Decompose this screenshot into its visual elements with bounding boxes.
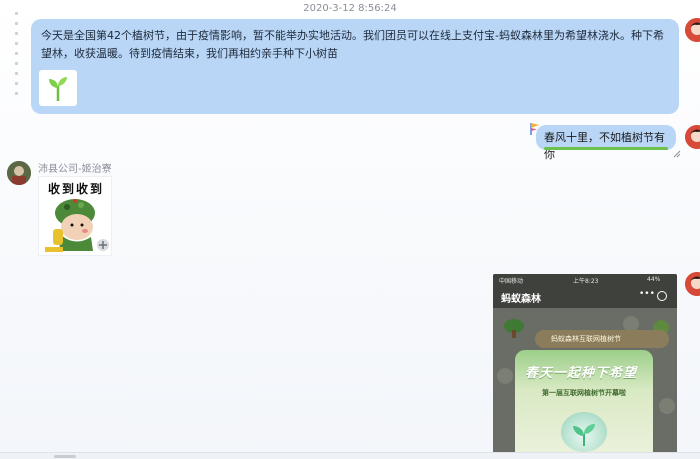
message-bubble-self[interactable]: 今天是全国第42个植树节，由于疫情影响，暂不能举办实地活动。我们团员可以在线上支… bbox=[31, 19, 679, 114]
message-bubble-self[interactable]: 春风十里，不如植树节有你 bbox=[536, 125, 676, 161]
shared-screenshot-image[interactable]: 中国移动 上午8:23 44% 蚂蚁森林 ••• 蚂蚁森林互联网植树节 春天一起… bbox=[493, 274, 677, 459]
message-text: 春风十里，不如植树节有你 bbox=[544, 131, 665, 161]
seedling-icon bbox=[561, 412, 607, 452]
peer-avatar[interactable] bbox=[7, 161, 31, 185]
user-avatar[interactable] bbox=[685, 125, 700, 149]
phone-content: 蚂蚁森林互联网植树节 春天一起种下希望 第一届互联网植树节开幕啦 bbox=[493, 308, 677, 459]
horizontal-scrollbar[interactable] bbox=[0, 452, 700, 459]
phone-app-header: 蚂蚁森林 ••• bbox=[493, 286, 677, 308]
app-title: 蚂蚁森林 bbox=[501, 294, 541, 305]
scrollbar-thumb[interactable] bbox=[54, 455, 76, 458]
soldier-cartoon-icon bbox=[45, 199, 109, 252]
carrier-label: 中国移动 bbox=[499, 278, 524, 285]
battery-label: 44% bbox=[647, 276, 661, 283]
festival-card: 春天一起种下希望 第一届互联网植树节开幕啦 bbox=[515, 350, 653, 459]
festival-subheadline: 第一届互联网植树节开幕啦 bbox=[542, 389, 626, 397]
chat-window: 2020-3-12 8:56:24 今天是全国第42个植树节，由于疫情影响，暂不… bbox=[0, 0, 700, 459]
more-icon: ••• bbox=[639, 289, 655, 299]
message-text: 今天是全国第42个植树节，由于疫情影响，暂不能举办实地活动。我们团员可以在线上支… bbox=[41, 29, 664, 60]
user-avatar[interactable] bbox=[685, 18, 700, 42]
sender-name: 沛县公司-姬治寮 bbox=[38, 164, 112, 175]
festival-headline: 春天一起种下希望 bbox=[525, 366, 638, 381]
close-circle-icon bbox=[657, 291, 667, 301]
sapling-icon[interactable] bbox=[39, 70, 77, 106]
corner-decoration-icon bbox=[673, 143, 681, 158]
energy-bubble-icon bbox=[497, 368, 513, 384]
bubble-accent-bar bbox=[544, 147, 668, 150]
user-avatar[interactable] bbox=[685, 272, 700, 296]
festival-banner: 蚂蚁森林互联网植树节 bbox=[535, 330, 669, 348]
tree-icon bbox=[504, 319, 524, 338]
clock-label: 上午8:23 bbox=[573, 278, 599, 285]
energy-bubble-icon bbox=[659, 398, 675, 414]
phone-status-bar: 中国移动 上午8:23 44% bbox=[493, 274, 677, 286]
message-timestamp: 2020-3-12 8:56:24 bbox=[303, 3, 397, 14]
sticker-image[interactable]: 收到收到 bbox=[38, 176, 112, 256]
scroll-indicator-dots bbox=[15, 0, 21, 120]
